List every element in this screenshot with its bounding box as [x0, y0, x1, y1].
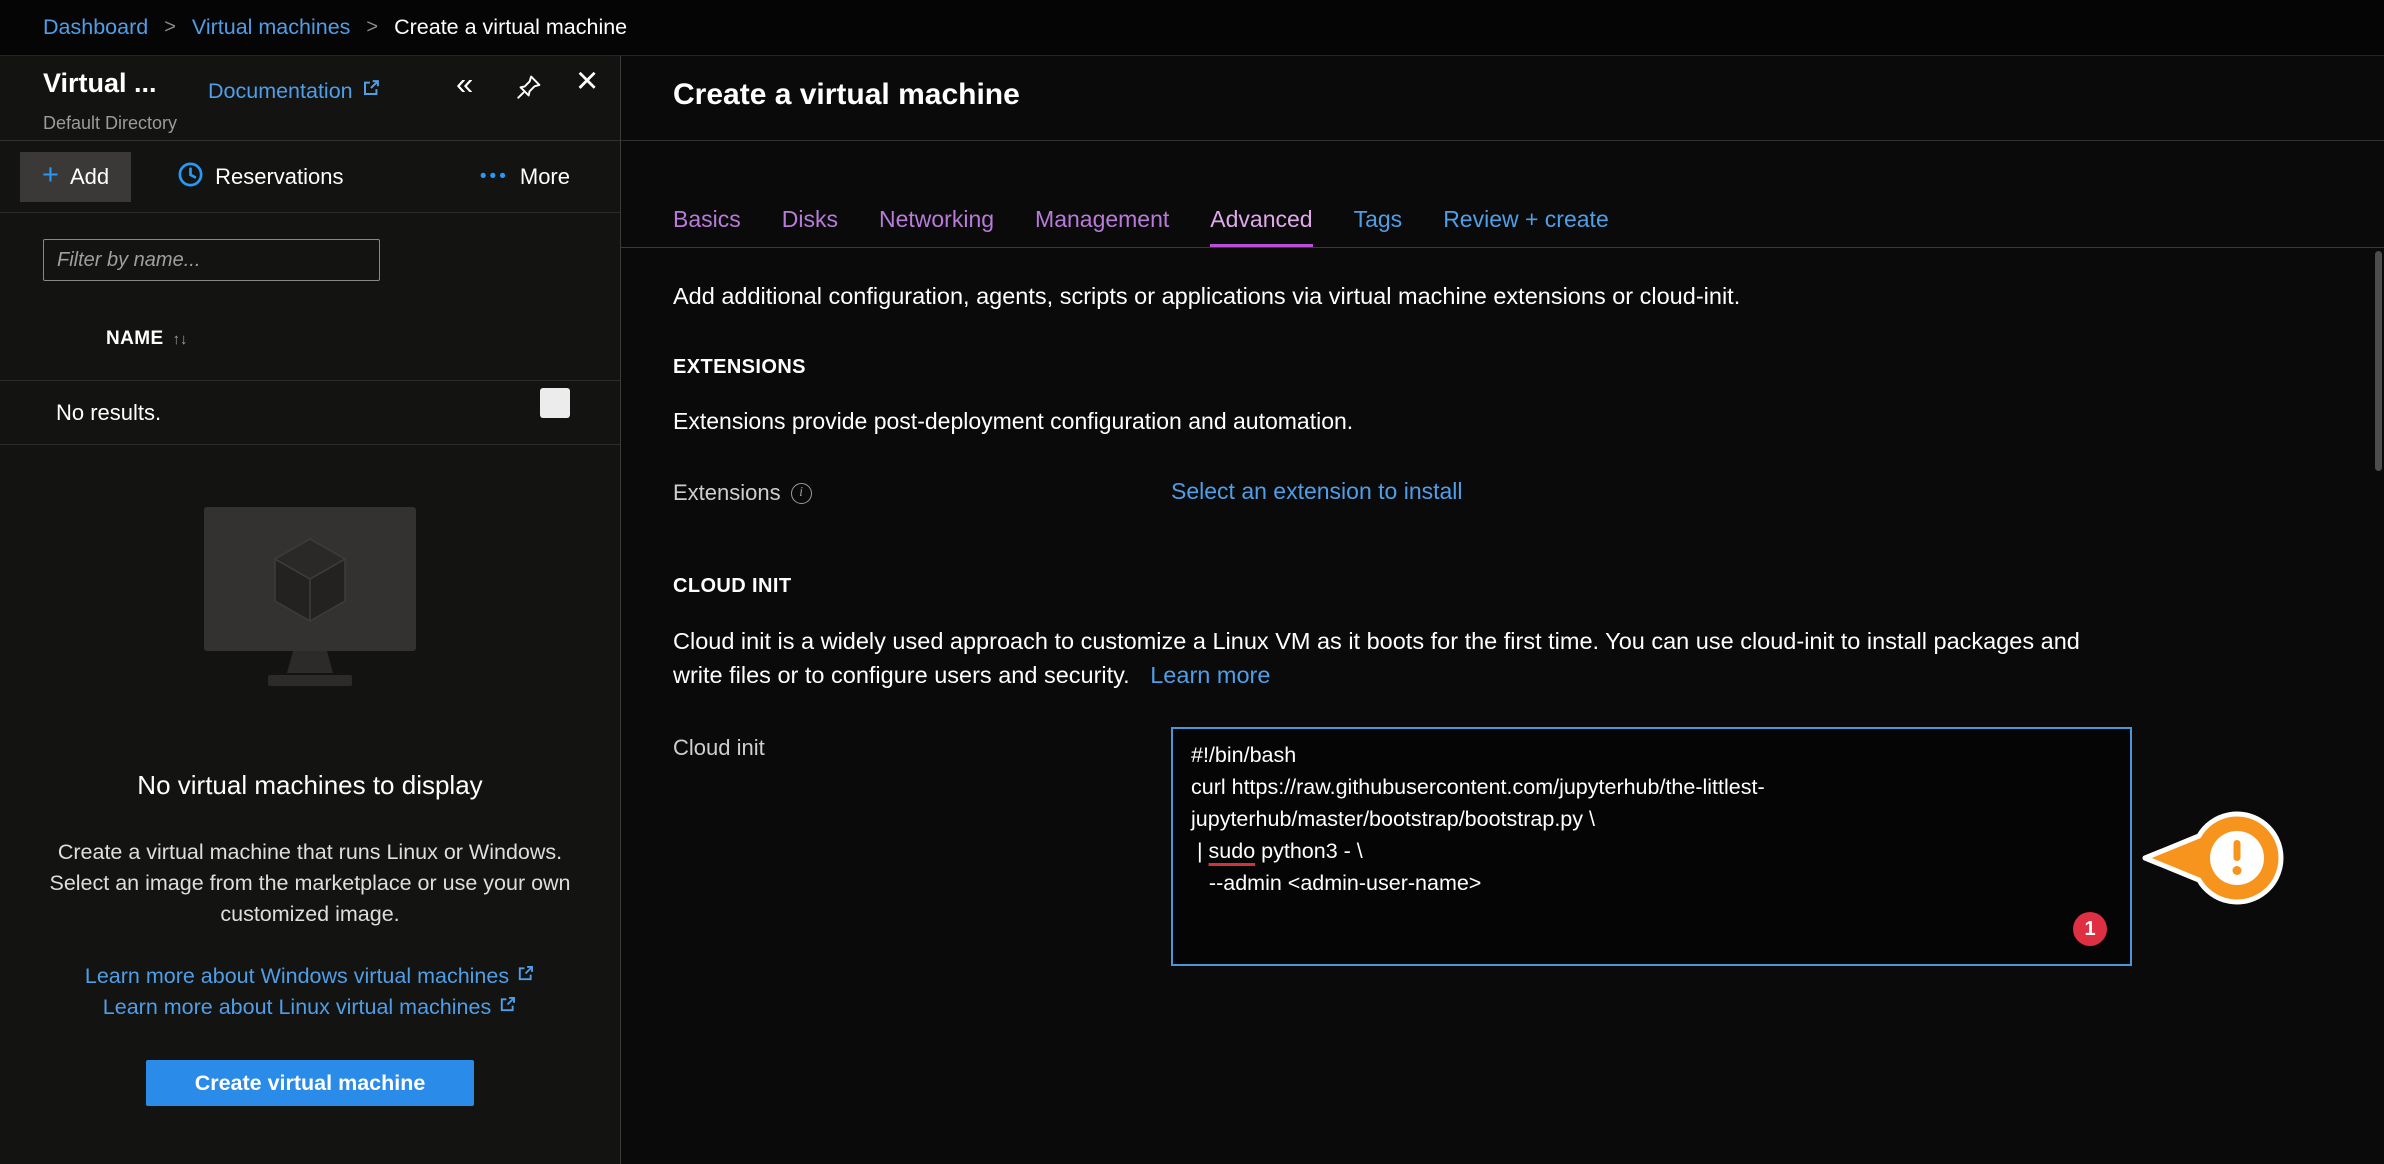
- create-vm-header: Create a virtual machine: [621, 56, 2384, 141]
- collapse-blade-icon[interactable]: «: [456, 66, 473, 102]
- more-label: More: [520, 164, 570, 190]
- extensions-description: Extensions provide post-deployment confi…: [673, 408, 1353, 435]
- breadcrumb-separator: >: [164, 16, 176, 39]
- cloud-init-description-text: Cloud init is a widely used approach to …: [673, 628, 2080, 688]
- create-vm-panel: Create a virtual machine Basics Disks Ne…: [621, 56, 2384, 1164]
- virtual-machines-blade: Virtual ... Documentation Default Direct…: [0, 56, 621, 1164]
- vm-list-toolbar: + Add Reservations ••• More: [0, 142, 620, 213]
- close-blade-icon[interactable]: ×: [576, 60, 598, 103]
- plus-icon: +: [42, 159, 59, 192]
- documentation-link[interactable]: Documentation: [208, 78, 381, 104]
- code-line: #!/bin/bash: [1191, 739, 2112, 771]
- learn-linux-vm-label: Learn more about Linux virtual machines: [103, 995, 491, 1020]
- extensions-field-label: Extensions i: [673, 480, 812, 506]
- create-virtual-machine-button[interactable]: Create virtual machine: [146, 1060, 474, 1106]
- cloud-init-description: Cloud init is a widely used approach to …: [673, 624, 2103, 692]
- tab-networking[interactable]: Networking: [879, 206, 994, 247]
- name-column-header[interactable]: NAME ↑↓: [106, 328, 188, 350]
- reservations-button[interactable]: Reservations: [177, 161, 343, 193]
- breadcrumb-dashboard-link[interactable]: Dashboard: [43, 15, 148, 40]
- scrollbar-thumb[interactable]: [540, 388, 570, 418]
- cloud-init-textarea[interactable]: #!/bin/bash curl https://raw.githubuserc…: [1171, 727, 2132, 966]
- tab-review-create[interactable]: Review + create: [1443, 206, 1609, 247]
- code-line: curl https://raw.githubusercontent.com/j…: [1191, 771, 2112, 803]
- create-vm-tabs: Basics Disks Networking Management Advan…: [621, 190, 2384, 248]
- cloud-init-label-text: Cloud init: [673, 735, 765, 761]
- advanced-tab-intro: Add additional configuration, agents, sc…: [673, 283, 1740, 310]
- blade-header: Virtual ... Documentation Default Direct…: [0, 56, 620, 141]
- row-divider: [0, 444, 620, 445]
- external-link-icon: [516, 964, 535, 989]
- sort-arrows-icon: ↑↓: [173, 331, 188, 348]
- tab-advanced[interactable]: Advanced: [1210, 206, 1312, 247]
- more-commands-button[interactable]: ••• More: [480, 164, 570, 190]
- documentation-link-label: Documentation: [208, 79, 353, 104]
- breadcrumb-virtual-machines-link[interactable]: Virtual machines: [192, 15, 351, 40]
- code-line: --admin <admin-user-name>: [1191, 867, 2112, 899]
- learn-windows-vm-label: Learn more about Windows virtual machine…: [85, 964, 509, 989]
- learn-linux-vm-link[interactable]: Learn more about Linux virtual machines: [0, 995, 620, 1020]
- attention-arrow-icon: [2141, 806, 2291, 915]
- external-link-icon: [498, 995, 517, 1020]
- no-results-text: No results.: [56, 400, 161, 426]
- directory-name: Default Directory: [43, 113, 177, 134]
- add-vm-label: Add: [70, 164, 109, 190]
- external-link-icon: [361, 78, 381, 104]
- tab-basics[interactable]: Basics: [673, 206, 741, 247]
- code-line: | sudo python3 - \: [1191, 835, 2112, 867]
- step-number-badge: 1: [2073, 912, 2107, 946]
- ellipsis-icon: •••: [480, 166, 509, 188]
- learn-windows-vm-link[interactable]: Learn more about Windows virtual machine…: [0, 964, 620, 989]
- clock-icon: [177, 161, 204, 193]
- cloud-init-section-header: CLOUD INIT: [673, 575, 791, 598]
- blade-title: Virtual ...: [43, 68, 157, 99]
- add-vm-button[interactable]: + Add: [20, 152, 131, 202]
- vm-monitor-illustration: [200, 505, 420, 700]
- breadcrumb-separator: >: [366, 16, 378, 39]
- code-line: jupyterhub/master/bootstrap/bootstrap.py…: [1191, 803, 2112, 835]
- cloud-init-field-label: Cloud init: [673, 735, 765, 761]
- reservations-label: Reservations: [215, 164, 343, 190]
- extensions-label-text: Extensions: [673, 480, 781, 506]
- info-icon[interactable]: i: [791, 483, 812, 504]
- azure-portal-page: Dashboard > Virtual machines > Create a …: [0, 0, 2384, 1164]
- spellcheck-underlined-word: sudo: [1209, 839, 1256, 863]
- extensions-section-header: EXTENSIONS: [673, 356, 806, 379]
- breadcrumb: Dashboard > Virtual machines > Create a …: [0, 0, 2384, 56]
- tab-management[interactable]: Management: [1035, 206, 1169, 247]
- row-divider: [0, 380, 620, 381]
- tab-tags[interactable]: Tags: [1354, 206, 1403, 247]
- tab-disks[interactable]: Disks: [782, 206, 838, 247]
- main-scrollbar-thumb[interactable]: [2375, 251, 2382, 471]
- pin-blade-icon[interactable]: [516, 74, 542, 105]
- empty-state-description: Create a virtual machine that runs Linux…: [38, 837, 583, 930]
- filter-by-name-input[interactable]: [43, 239, 380, 281]
- select-extension-link[interactable]: Select an extension to install: [1171, 478, 1463, 505]
- empty-state-title: No virtual machines to display: [0, 770, 620, 801]
- breadcrumb-current: Create a virtual machine: [394, 15, 627, 40]
- page-title: Create a virtual machine: [673, 78, 1020, 112]
- learn-more-link[interactable]: Learn more: [1150, 662, 1270, 688]
- name-column-label: NAME: [106, 328, 164, 350]
